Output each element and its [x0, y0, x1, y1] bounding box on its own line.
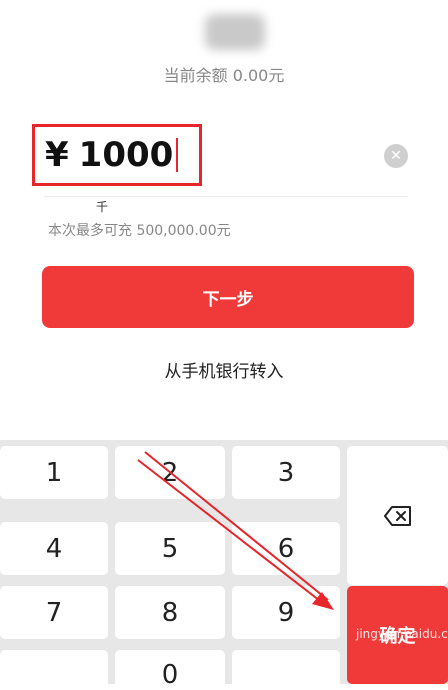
- key-2[interactable]: 2: [115, 446, 225, 499]
- close-icon: ✕: [390, 148, 402, 164]
- backspace-key[interactable]: [347, 446, 448, 585]
- balance-label: 当前余额 0.00元: [163, 66, 285, 85]
- clear-input-button[interactable]: ✕: [384, 144, 408, 168]
- key-6[interactable]: 6: [232, 522, 340, 575]
- key-4[interactable]: 4: [0, 522, 108, 575]
- recharge-limit-text: 本次最多可充 500,000.00元: [48, 223, 231, 239]
- key-blank-left[interactable]: [0, 650, 108, 690]
- divider: [44, 196, 408, 197]
- bank-transfer-link[interactable]: 从手机银行转入: [0, 357, 448, 382]
- amount-input[interactable]: ¥ 1000: [32, 124, 202, 186]
- watermark: jingyan.baidu.com: [356, 627, 448, 641]
- key-5[interactable]: 5: [115, 522, 225, 575]
- text-caret: [176, 138, 179, 172]
- numeric-keypad: 1 2 3 4 5 6 7 8 9 确定 0: [0, 440, 448, 690]
- next-step-button[interactable]: 下一步: [42, 266, 414, 328]
- amount-unit-hint: 千: [96, 200, 109, 214]
- currency-symbol: ¥: [45, 135, 69, 175]
- amount-value: 1000: [78, 135, 174, 175]
- key-7[interactable]: 7: [0, 586, 108, 639]
- key-0[interactable]: 0: [115, 650, 225, 690]
- key-3[interactable]: 3: [232, 446, 340, 499]
- key-9[interactable]: 9: [232, 586, 340, 639]
- key-8[interactable]: 8: [115, 586, 225, 639]
- key-1[interactable]: 1: [0, 446, 108, 499]
- backspace-icon: [383, 505, 412, 526]
- blurred-account-name: [205, 14, 265, 50]
- key-blank-right[interactable]: [232, 650, 340, 690]
